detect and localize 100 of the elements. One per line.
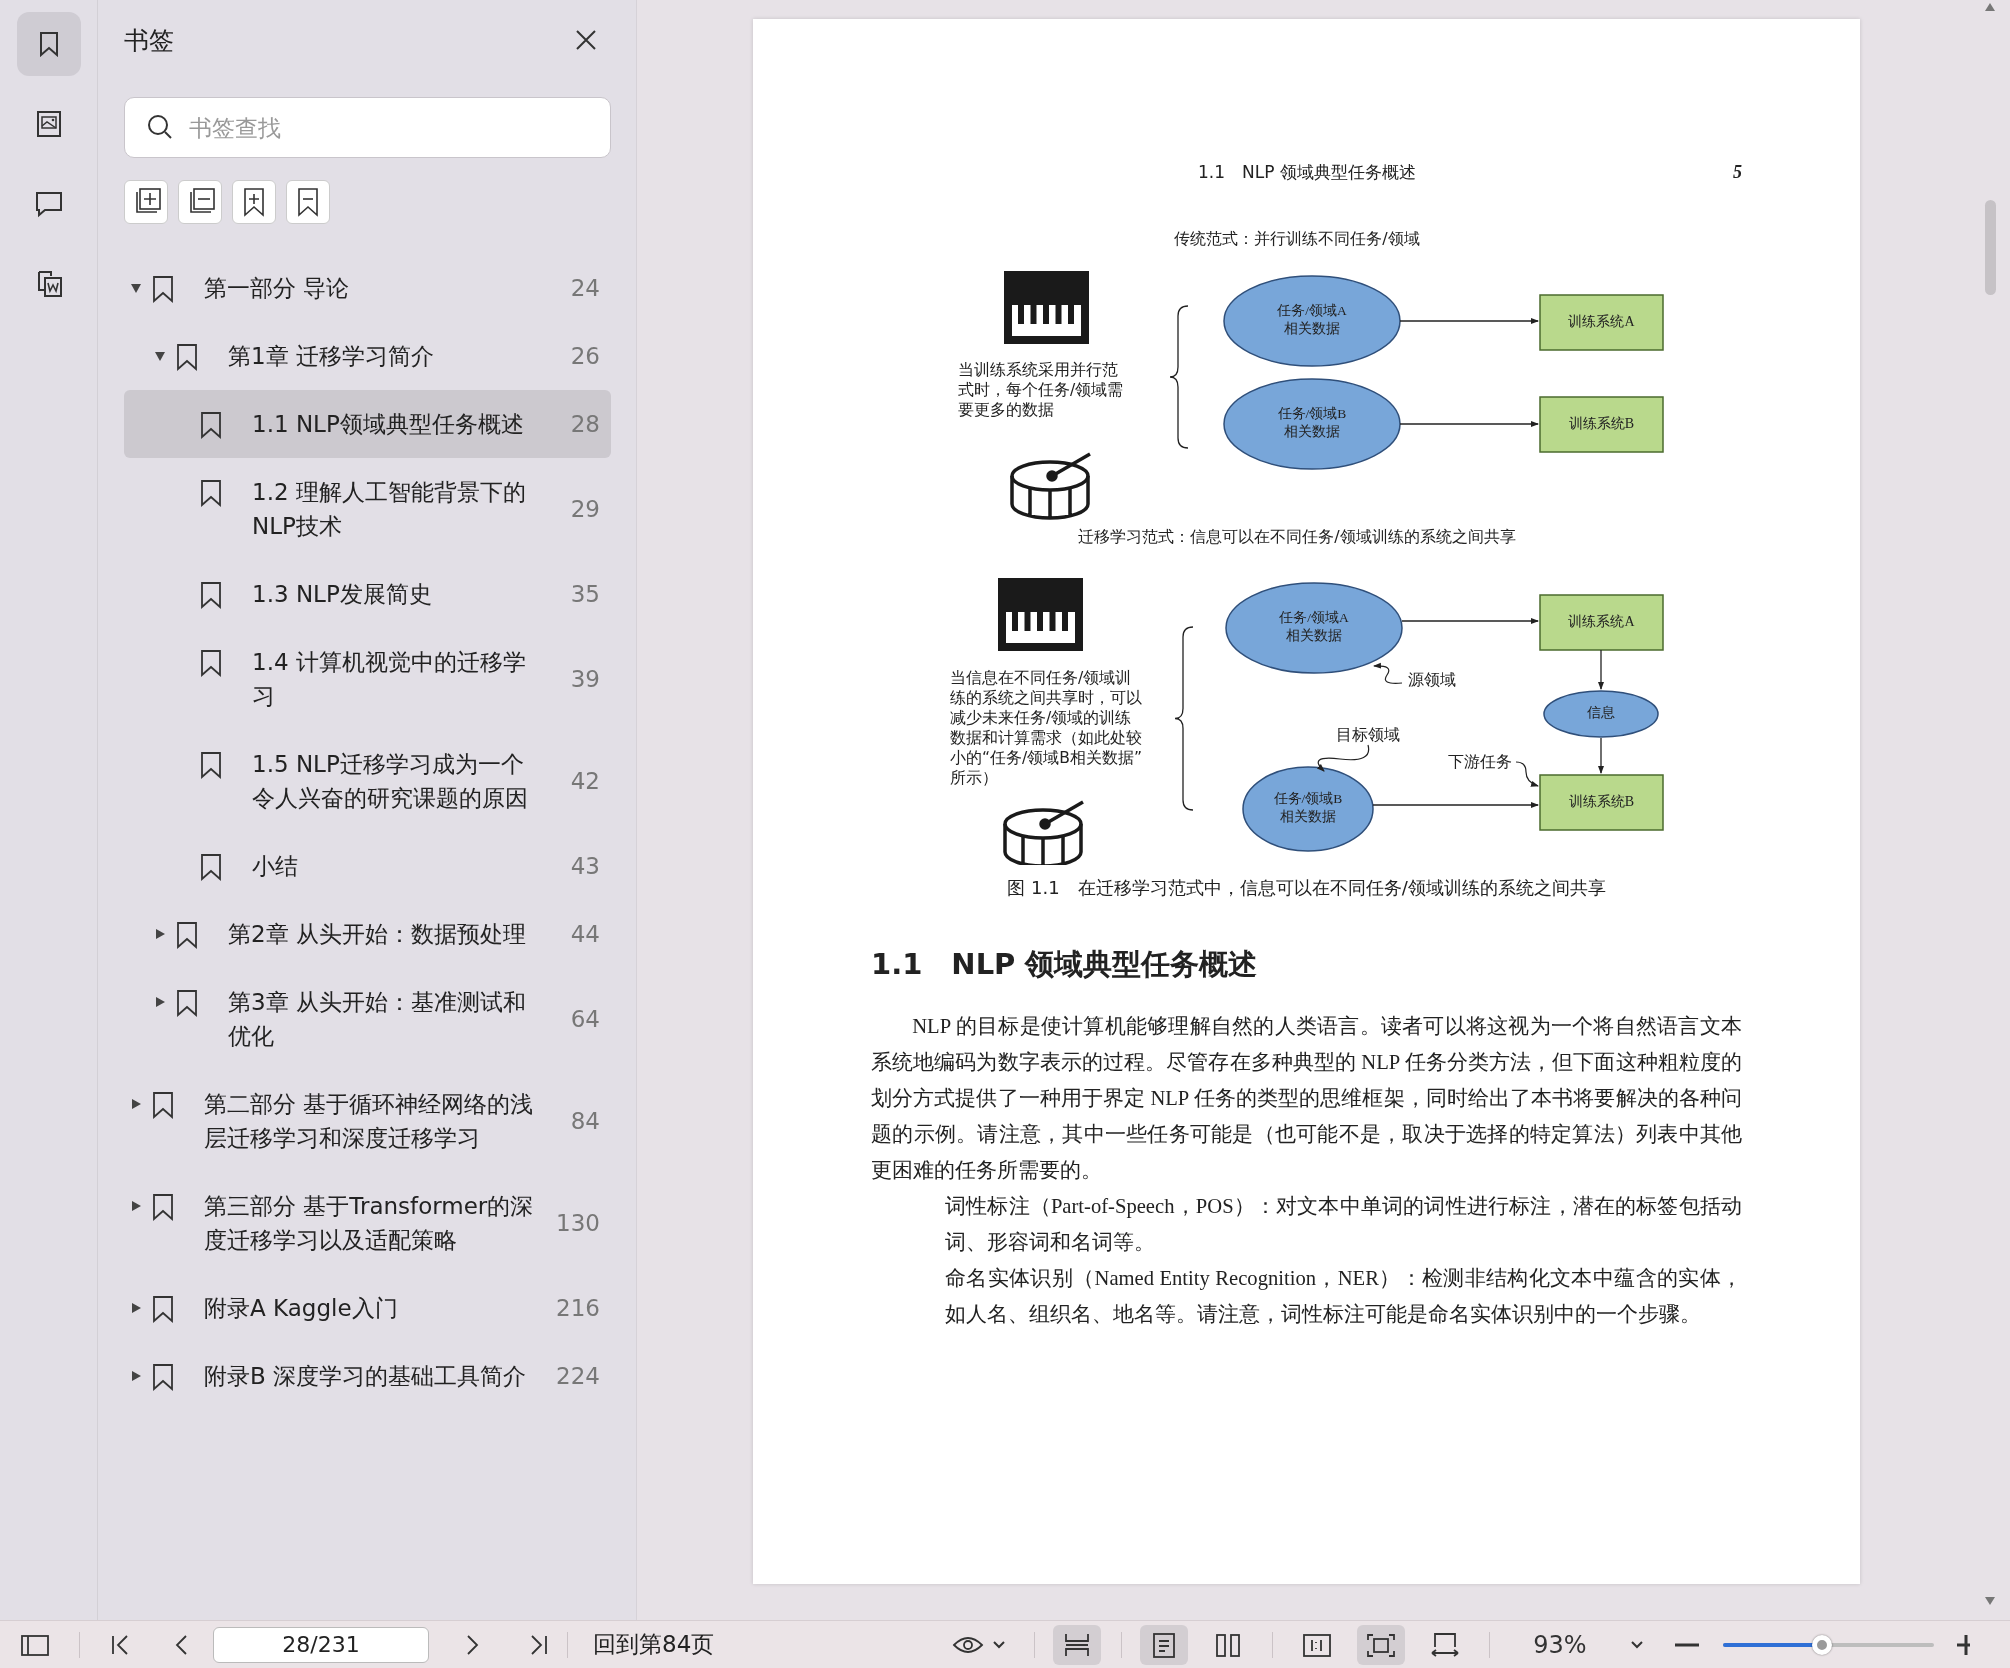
bookmark-item[interactable]: 1.2 理解人工智能背景下的NLP技术 29	[124, 458, 611, 560]
bookmark-item[interactable]: 1.3 NLP发展简史 35	[124, 560, 611, 628]
page-number: 84	[569, 1107, 601, 1136]
bookmark-icon	[151, 275, 175, 303]
bookmark-item[interactable]: 附录B 深度学习的基础工具简介 224	[124, 1342, 611, 1410]
data-node: 任务/领域B 相关数据	[1242, 766, 1374, 852]
system-box: 训练系统B	[1539, 396, 1664, 453]
disclosure-triangle-icon[interactable]	[130, 282, 142, 294]
list-item-text: 命名实体识别（Named Entity Recognition，NER）：检测非结构化文本中蕴含的实体，如人名、组织名、地名等。请注意，词性标注可能是命名实体识别中的一个步骤。	[945, 1266, 1742, 1327]
disclosure-triangle-icon[interactable]	[130, 1302, 142, 1314]
bookmark-item[interactable]: 小结 43	[124, 832, 611, 900]
speech-bubble-icon	[33, 190, 64, 218]
diagram-note: 当信息在不同任务/领域训 练的系统之间共享时，可以 减少未来任务/领域的训练 数据和计算需求（如此处较 小的“任务/领域B相关数据” 所示）	[950, 669, 1142, 787]
scroll-down-icon[interactable]	[1985, 1597, 1995, 1605]
search-icon	[146, 113, 174, 141]
bookmark-icon	[199, 751, 223, 779]
page-number: 29	[569, 495, 601, 524]
scroll-thumb[interactable]	[1985, 200, 1996, 295]
page-number: 44	[569, 920, 601, 949]
collapse-all-button[interactable]	[178, 180, 222, 224]
page-number: 24	[569, 274, 601, 303]
bookmark-item[interactable]: 1.4 计算机视觉中的迁移学习 39	[124, 628, 611, 730]
running-header: 1.1 NLP 领域典型任务概述	[1198, 160, 1416, 184]
chevron-down-icon	[992, 1639, 1007, 1650]
page-number-field[interactable]: 28/231	[213, 1626, 429, 1663]
disclosure-triangle-icon[interactable]	[130, 1098, 142, 1110]
scroll-up-icon[interactable]	[1985, 3, 1995, 11]
info-node: 信息	[1543, 690, 1659, 738]
page-number: 39	[569, 665, 601, 694]
source-domain-label: 源领域	[1408, 670, 1456, 689]
disclosure-triangle-icon[interactable]	[154, 350, 166, 362]
bookmark-icon	[175, 989, 199, 1017]
page-number: 216	[555, 1294, 601, 1323]
panel-title: 书签	[124, 24, 174, 57]
bookmark-item[interactable]: 1.1 NLP领域典型任务概述 28	[124, 390, 611, 458]
continuous-scroll-button[interactable]	[1053, 1624, 1102, 1665]
bookmark-icon	[151, 1363, 175, 1391]
bookmark-icon	[151, 1091, 175, 1119]
bookmark-icon	[175, 921, 199, 949]
bookmark-item[interactable]: 第2章 从头开始：数据预处理 44	[124, 900, 611, 968]
bookmark-icon	[151, 1295, 175, 1323]
arrow	[1598, 649, 1604, 690]
bookmark-item[interactable]: 第一部分 导论 24	[124, 254, 611, 322]
diagram-note: 当训练系统采用并行范 式时，每个任务/领域需 要更多的数据	[958, 361, 1124, 419]
bookmark-item[interactable]: 第3章 从头开始：基准测试和优化 64	[124, 968, 611, 1070]
page-number: 43	[569, 852, 601, 881]
drum-icon	[1010, 452, 1091, 520]
arrow	[1598, 737, 1604, 774]
bookmark-item[interactable]: 第1章 迁移学习简介 26	[124, 322, 611, 390]
page-number: 5	[1733, 161, 1742, 183]
diagram-title: 迁移学习范式：信息可以在不同任务/领域训练的系统之间共享	[1078, 526, 1516, 546]
system-box: 训练系统A	[1539, 294, 1664, 351]
fit-page-button[interactable]	[1357, 1624, 1406, 1665]
bookmark-icon	[151, 1193, 175, 1221]
zoom-level: 93%	[1533, 1630, 1587, 1659]
disclosure-triangle-icon[interactable]	[130, 1200, 142, 1212]
bookmark-item[interactable]: 附录A Kaggle入门 216	[124, 1274, 611, 1342]
leader-line	[1316, 744, 1370, 772]
search-field[interactable]: 书签查找	[124, 97, 611, 158]
data-node: 任务/领域A 相关数据	[1225, 582, 1403, 674]
fit-page-icon	[1365, 1631, 1398, 1658]
disclosure-triangle-icon[interactable]	[154, 928, 166, 940]
piano-icon	[1004, 271, 1089, 344]
disclosure-triangle-icon[interactable]	[130, 1370, 142, 1382]
diagram-title: 传统范式：并行训练不同任务/领域	[1174, 228, 1420, 248]
single-page-button[interactable]	[1140, 1624, 1189, 1665]
body-paragraph: NLP 的目标是使计算机能够理解自然的人类语言。读者可以将这视为一个将自然语言文本系统地编码为数字表示的过程。尽管存在多种典型的 NLP 任务分类方法，但下面这种粗粒度的划分方式提供了一种用于界定 NLP 任务的类型的思维框架，同时给出了本书将要解决的各种问题的示例。请注意，其中一些任务可能是（也可能不是，取决于选择的特定算法）列表中其他更困难的任务所需要的。	[871, 1014, 1742, 1183]
page-number: 28	[569, 410, 601, 439]
page-number: 26	[569, 342, 601, 371]
section-heading: 1.1 NLP 领域典型任务概述	[871, 946, 1259, 983]
leader-line	[1515, 761, 1539, 787]
bookmark-icon	[175, 343, 199, 371]
actual-size-icon	[1301, 1631, 1334, 1658]
downstream-task-label: 下游任务	[1448, 752, 1512, 771]
page-number: 130	[555, 1209, 601, 1238]
page-number: 35	[569, 580, 601, 609]
system-box: 训练系统B	[1539, 774, 1664, 831]
bookmark-icon	[37, 31, 60, 57]
go-back-button[interactable]: 回到第84页	[593, 1629, 715, 1660]
piano-icon	[998, 578, 1083, 651]
image-icon	[35, 110, 62, 138]
data-node: 任务/领域A 相关数据	[1223, 275, 1401, 367]
figure-caption: 图 1.1 在迁移学习范式中，信息可以在不同任务/领域训练的系统之间共享	[1006, 876, 1607, 900]
disclosure-triangle-icon[interactable]	[154, 996, 166, 1008]
data-node: 任务/领域B 相关数据	[1223, 378, 1401, 470]
bookmark-item[interactable]: 第二部分 基于循环神经网络的浅层迁移学习和深度迁移学习 84	[124, 1070, 611, 1172]
page-number: 64	[569, 1005, 601, 1034]
bookmark-icon	[199, 411, 223, 439]
add-bookmark-button[interactable]	[232, 180, 276, 224]
bookmark-item[interactable]: 1.5 NLP迁移学习成为一个令人兴奋的研究课题的原因 42	[124, 730, 611, 832]
drum-icon	[1003, 800, 1084, 865]
chevron-down-icon	[1629, 1639, 1644, 1650]
leader-line	[1373, 662, 1403, 684]
sidebar-tab[interactable]	[16, 12, 81, 76]
list-item-text: 词性标注（Part-of-Speech，POS）：对文本中单词的词性进行标注，潜在的标签包括动词、形容词和名词等。	[945, 1194, 1742, 1255]
minus-icon	[1674, 1642, 1699, 1647]
bookmark-icon	[199, 853, 223, 881]
slider-thumb[interactable]	[1811, 1634, 1832, 1655]
remove-bookmark-button[interactable]	[286, 180, 330, 224]
expand-all-button[interactable]	[124, 180, 168, 224]
